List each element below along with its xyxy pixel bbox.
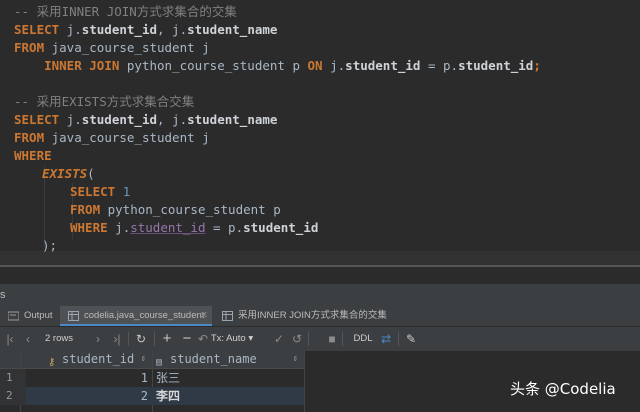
code-line: FROM java_course_student j bbox=[14, 130, 210, 145]
code-line: SELECT 1 bbox=[70, 184, 131, 199]
cell-student-id[interactable]: 1 bbox=[20, 369, 148, 387]
code-line: FROM python_course_student p bbox=[70, 202, 281, 217]
comment-line: -- 采用EXISTS方式求集合交集 bbox=[14, 94, 195, 109]
cell-student-name[interactable]: 张三 bbox=[156, 369, 302, 387]
table-icon bbox=[222, 311, 233, 321]
code-line: WHERE bbox=[14, 148, 52, 163]
result-tabs: Output codelia.java_course_student ✕ 采用I… bbox=[0, 306, 640, 327]
sort-icon[interactable]: ⇕ bbox=[293, 351, 298, 368]
code-line: SELECT j.student_id, j.student_name bbox=[14, 112, 278, 127]
code-line: FROM java_course_student j bbox=[14, 40, 210, 55]
watermark: 头条 @Codelia bbox=[510, 380, 616, 398]
last-page-icon[interactable]: ›| bbox=[110, 327, 124, 351]
rollback-icon[interactable]: ↺ bbox=[290, 327, 304, 351]
sql-editor[interactable]: -- 采用INNER JOIN方式求集合的交集 SELECT j.student… bbox=[0, 0, 640, 269]
row-count-dropdown[interactable]: 2 rows ▾ bbox=[42, 327, 76, 368]
comment-line: -- 采用INNER JOIN方式求集合的交集 bbox=[14, 4, 237, 19]
refresh-icon[interactable]: ↻ bbox=[134, 327, 148, 351]
tx-mode-dropdown[interactable]: Tx: Auto ▾ bbox=[206, 327, 258, 351]
compare-icon[interactable]: ⇄ bbox=[378, 327, 394, 351]
cell-student-id[interactable]: 2 bbox=[20, 387, 148, 405]
commit-icon[interactable]: ✓ bbox=[272, 327, 286, 351]
close-icon[interactable]: ✕ bbox=[200, 306, 208, 326]
code-line: WHERE j.student_id = p.student_id bbox=[70, 220, 319, 235]
tab-label: Output bbox=[24, 310, 53, 321]
code-line: SELECT j.student_id, j.student_name bbox=[14, 22, 278, 37]
panel-title: s bbox=[0, 289, 6, 301]
stop-icon[interactable]: ■ bbox=[326, 327, 338, 351]
result-toolbar: |‹ ‹ 2 rows ▾ › ›| ↻ + − ↶ Tx: Auto ▾ ✓ … bbox=[0, 327, 640, 368]
tab-label: 采用INNER JOIN方式求集合的交集 bbox=[238, 310, 387, 321]
services-panel-header: s bbox=[0, 284, 640, 307]
delete-row-icon[interactable]: − bbox=[180, 327, 194, 351]
code-line: ); bbox=[42, 238, 58, 253]
cell-student-name[interactable]: 李四 bbox=[156, 387, 302, 405]
code-line: INNER JOIN python_course_student p ON j.… bbox=[44, 58, 541, 73]
output-icon bbox=[8, 311, 19, 321]
column-header-student-id[interactable]: ⚷ student_id ⇕ bbox=[20, 351, 152, 369]
prev-page-icon[interactable]: ‹ bbox=[22, 327, 34, 351]
ddl-button[interactable]: DDL bbox=[350, 327, 376, 351]
tab-inner-join-query[interactable]: 采用INNER JOIN方式求集合的交集 bbox=[214, 306, 408, 326]
first-page-icon[interactable]: |‹ bbox=[4, 327, 16, 351]
next-page-icon[interactable]: › bbox=[92, 327, 104, 351]
add-row-icon[interactable]: + bbox=[160, 327, 174, 351]
pin-icon[interactable]: ✎ bbox=[404, 327, 418, 351]
table-icon bbox=[68, 311, 79, 321]
code-line: EXISTS( bbox=[42, 166, 95, 181]
chevron-down-icon: ▾ bbox=[248, 333, 254, 344]
sort-icon[interactable]: ⇕ bbox=[141, 351, 146, 368]
tab-java-course-student[interactable]: codelia.java_course_student ✕ bbox=[60, 306, 212, 326]
tab-label: codelia.java_course_student bbox=[84, 310, 205, 321]
column-header-student-name[interactable]: ▤ student_name ⇕ bbox=[152, 351, 304, 369]
